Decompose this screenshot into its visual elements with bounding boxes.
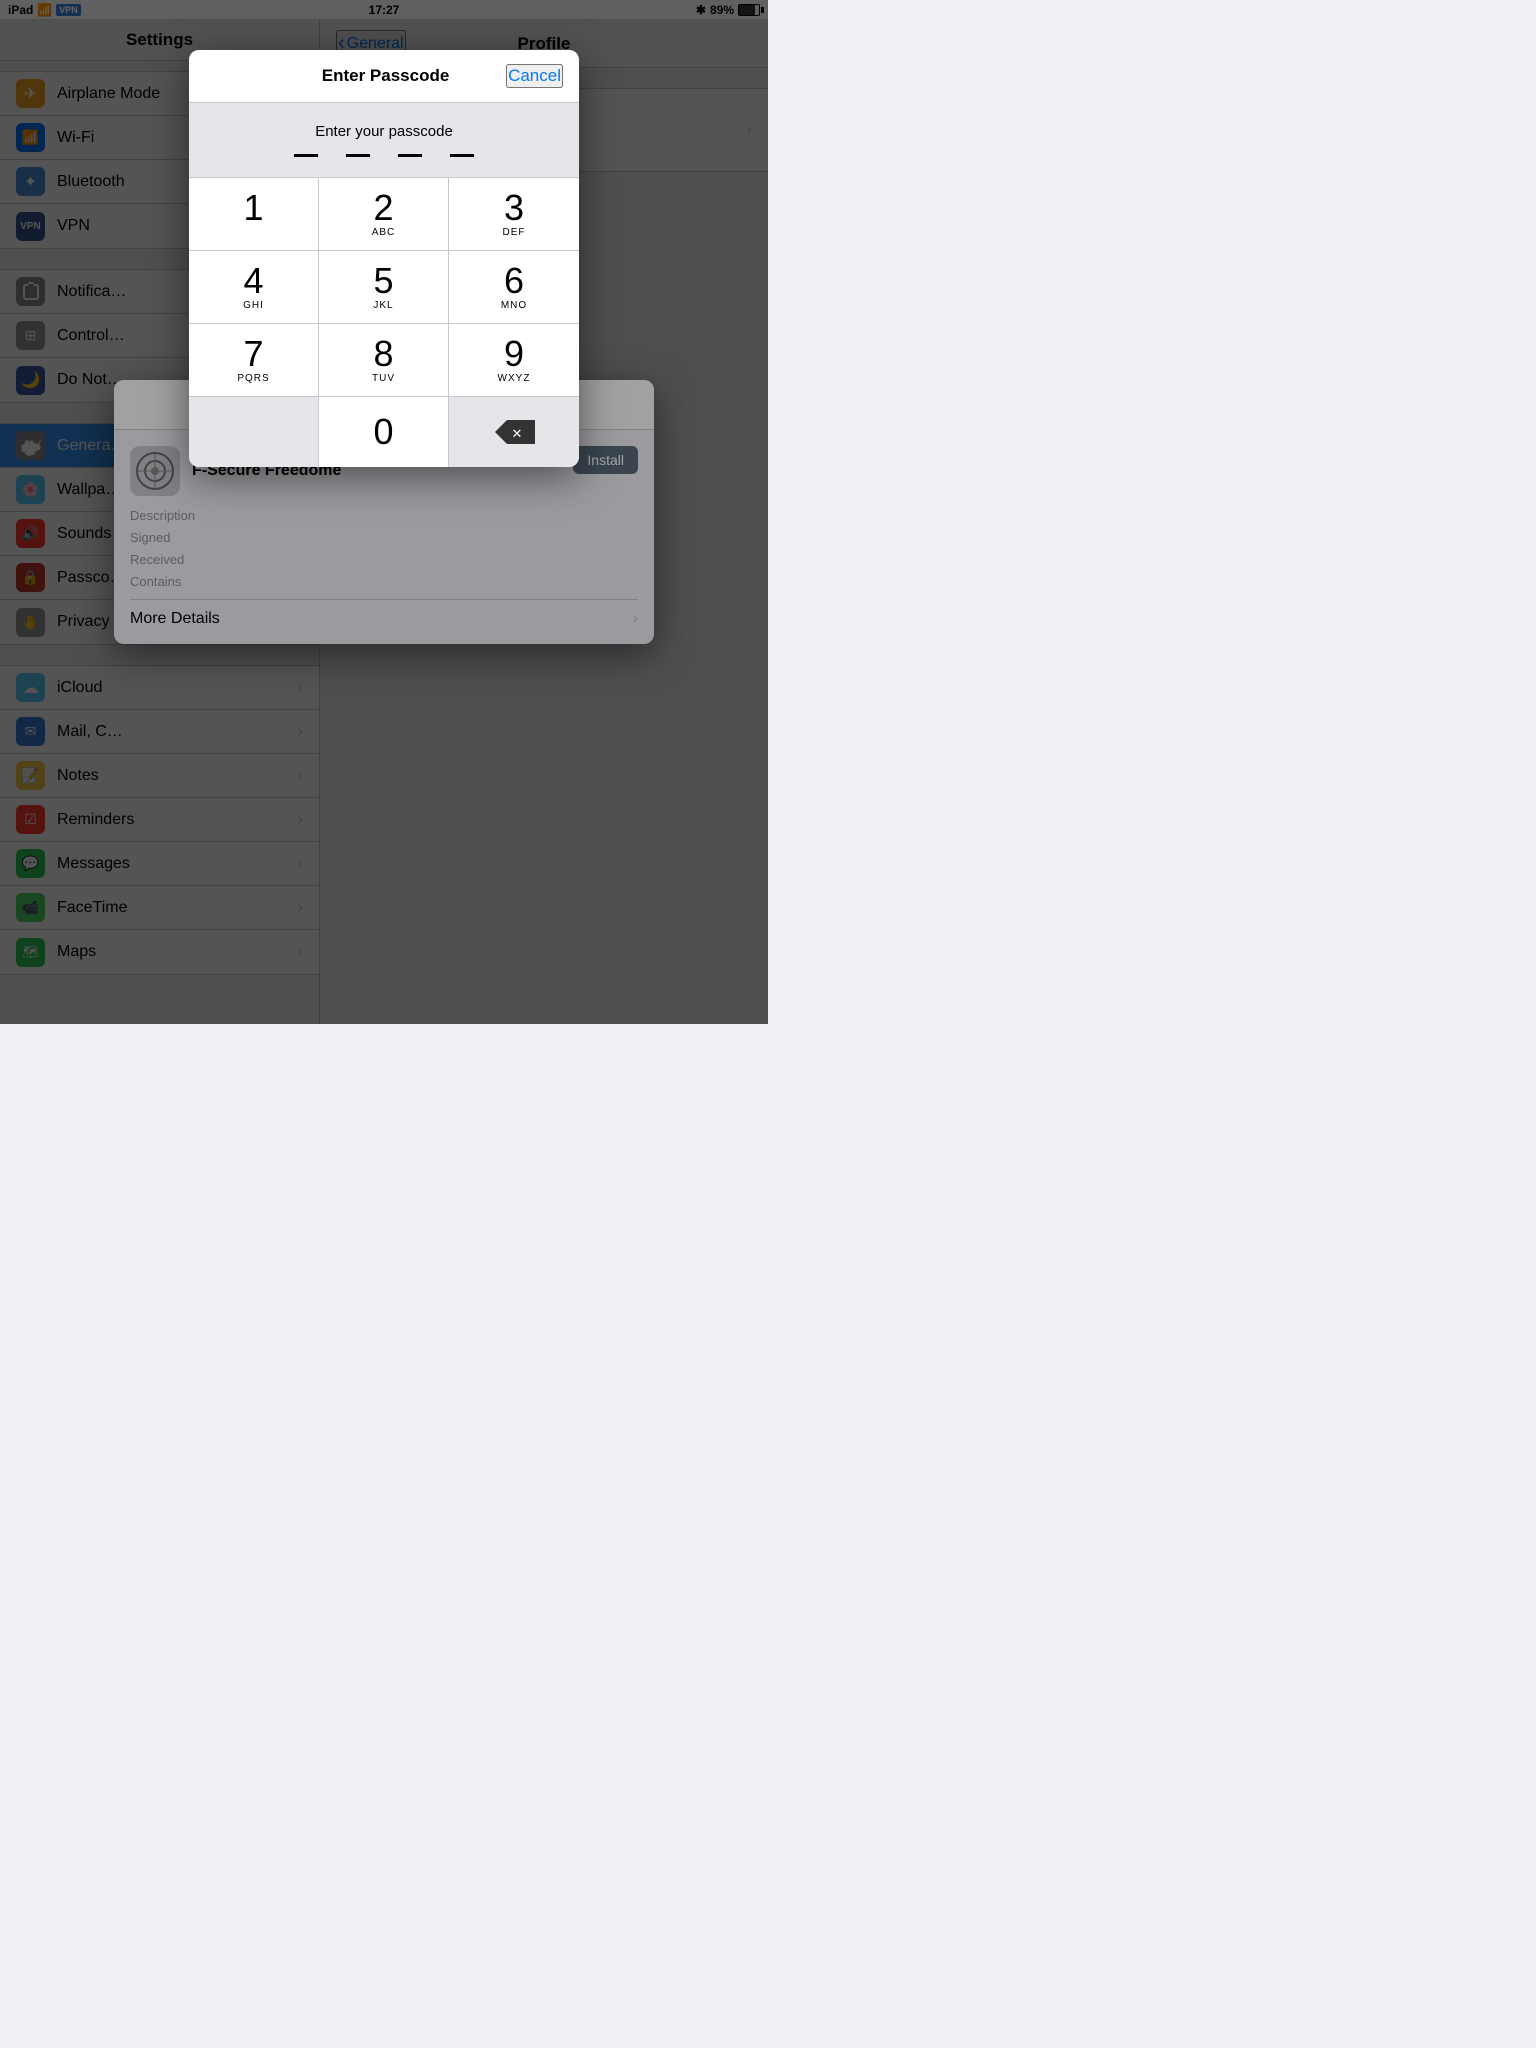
passcode-dot-1	[294, 154, 318, 157]
key-9-number: 9	[504, 336, 524, 372]
passcode-modal: Enter Passcode Cancel Enter your passcod…	[189, 50, 579, 467]
passcode-body: Enter your passcode	[189, 103, 579, 157]
key-8-number: 8	[373, 336, 393, 372]
passcode-modal-header: Enter Passcode Cancel	[189, 50, 579, 103]
passcode-dot-3	[398, 154, 422, 157]
key-5[interactable]: 5 JKL	[319, 251, 449, 324]
key-4-number: 4	[243, 263, 263, 299]
key-1[interactable]: 1	[189, 178, 319, 251]
key-6-number: 6	[504, 263, 524, 299]
key-3-letters: DEF	[503, 227, 526, 238]
passcode-cancel-button[interactable]: Cancel	[506, 64, 563, 88]
svg-text:✕: ✕	[512, 426, 523, 441]
key-8[interactable]: 8 TUV	[319, 324, 449, 397]
key-9-letters: WXYZ	[498, 373, 531, 384]
key-2[interactable]: 2 ABC	[319, 178, 449, 251]
key-7[interactable]: 7 PQRS	[189, 324, 319, 397]
keypad-bottom-row: 0 ✕	[189, 397, 579, 467]
key-0[interactable]: 0	[319, 397, 449, 467]
key-2-number: 2	[373, 190, 393, 226]
passcode-dot-2	[346, 154, 370, 157]
key-5-letters: JKL	[373, 300, 393, 311]
key-6[interactable]: 6 MNO	[449, 251, 579, 324]
key-2-letters: ABC	[372, 227, 396, 238]
passcode-title: Enter Passcode	[265, 66, 506, 86]
key-1-letters	[252, 227, 256, 238]
passcode-overlay: Enter Passcode Cancel Enter your passcod…	[0, 0, 768, 1024]
key-4[interactable]: 4 GHI	[189, 251, 319, 324]
backspace-icon: ✕	[493, 418, 535, 446]
key-5-number: 5	[373, 263, 393, 299]
key-4-letters: GHI	[243, 300, 264, 311]
key-empty-left	[189, 397, 319, 467]
key-9[interactable]: 9 WXYZ	[449, 324, 579, 397]
key-7-number: 7	[243, 336, 263, 372]
keypad: 1 2 ABC 3 DEF 4 GHI 5 JKL 6 MNO	[189, 177, 579, 397]
key-3-number: 3	[504, 190, 524, 226]
key-7-letters: PQRS	[237, 373, 269, 384]
passcode-dot-4	[450, 154, 474, 157]
key-1-number: 1	[243, 190, 263, 226]
key-0-number: 0	[373, 414, 393, 450]
key-8-letters: TUV	[372, 373, 395, 384]
key-backspace[interactable]: ✕	[449, 397, 579, 467]
passcode-dots	[189, 154, 579, 157]
key-6-letters: MNO	[501, 300, 527, 311]
key-3[interactable]: 3 DEF	[449, 178, 579, 251]
passcode-prompt: Enter your passcode	[189, 123, 579, 140]
